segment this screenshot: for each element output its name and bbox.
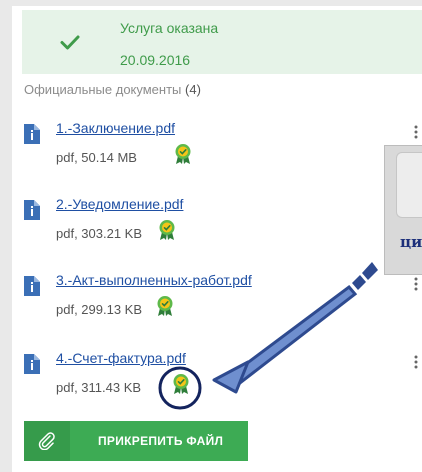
annotation-overlay xyxy=(158,262,378,410)
annotation-arrow xyxy=(212,262,378,394)
annotation-circle xyxy=(158,366,202,410)
